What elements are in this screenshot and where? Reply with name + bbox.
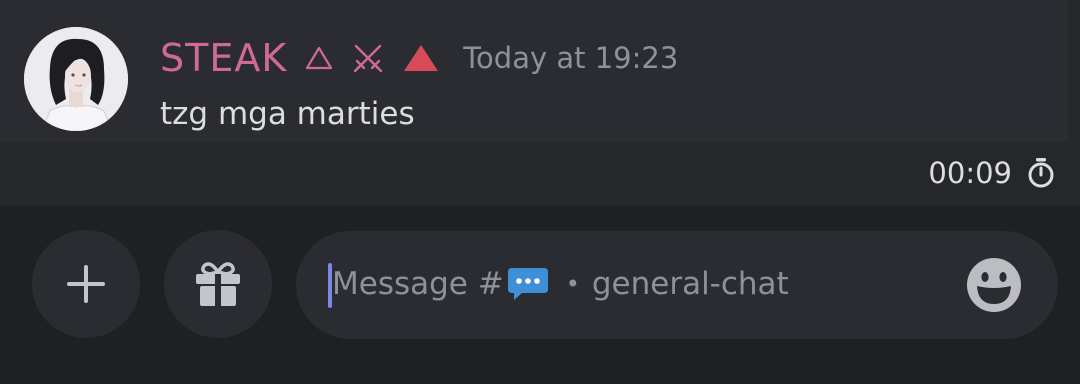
timer-bar: 00:09 — [0, 142, 1080, 206]
recording-timer: 00:09 — [928, 156, 1056, 190]
stopwatch-icon — [1028, 158, 1054, 188]
outline-triangle-icon — [306, 46, 333, 70]
message-header: STEAK Today at 19:23 — [160, 32, 678, 84]
message-content: tzg mga marties — [160, 96, 415, 132]
message-composer: Message # • general-chat — [0, 206, 1080, 384]
attach-button[interactable] — [32, 230, 140, 338]
placeholder-prefix: Message # — [332, 266, 504, 302]
scrollbar-track[interactable] — [1068, 0, 1080, 142]
gift-button[interactable] — [164, 230, 272, 338]
avatar[interactable] — [24, 27, 128, 131]
emoji-icon — [967, 258, 1021, 312]
avatar-image — [24, 27, 128, 131]
gift-icon — [196, 262, 240, 306]
message-timestamp: Today at 19:23 — [463, 41, 679, 75]
plus-icon — [67, 265, 105, 303]
emoji-button[interactable] — [966, 257, 1022, 313]
chat-app: STEAK Today at 19:23 tzg mga marties 00:… — [0, 0, 1080, 384]
speech-bubble-icon — [507, 268, 548, 300]
filled-triangle-icon — [404, 45, 439, 71]
crossed-swords-icon — [354, 44, 383, 73]
timer-value: 00:09 — [928, 156, 1012, 190]
separator-dot: • — [565, 270, 580, 298]
message-input[interactable]: Message # • general-chat — [296, 231, 1058, 339]
chat-message[interactable]: STEAK Today at 19:23 tzg mga marties — [0, 0, 1068, 142]
message-placeholder: Message # • general-chat — [332, 265, 789, 303]
channel-name: general-chat — [591, 266, 789, 302]
username[interactable]: STEAK — [160, 36, 287, 80]
role-badges — [305, 41, 439, 75]
